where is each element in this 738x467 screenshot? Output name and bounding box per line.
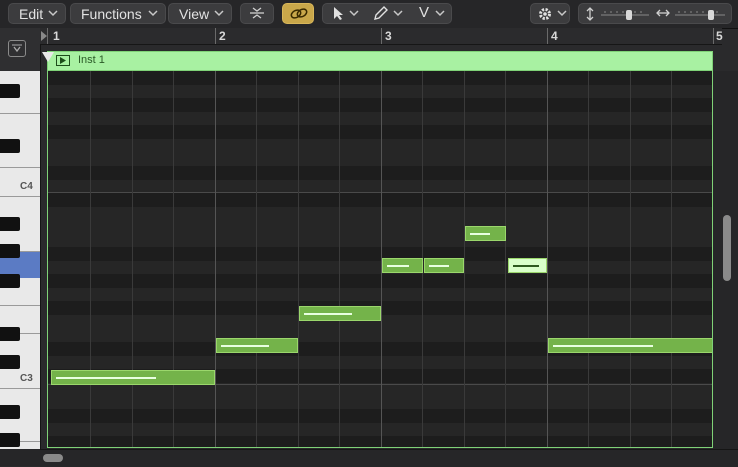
midi-note[interactable] xyxy=(299,306,381,321)
piano-roll-corner xyxy=(0,28,41,71)
horizontal-zoom-slider[interactable] xyxy=(673,8,727,20)
edit-menu-button[interactable]: Edit xyxy=(8,3,66,24)
collapse-icon xyxy=(249,6,265,20)
edit-menu-label: Edit xyxy=(19,5,44,22)
chevron-down-icon[interactable] xyxy=(349,8,359,18)
midi-note[interactable] xyxy=(465,226,506,241)
chevron-down-icon[interactable] xyxy=(435,8,445,18)
black-key[interactable] xyxy=(0,433,20,447)
chevron-down-icon xyxy=(148,8,158,18)
chevron-down-icon xyxy=(48,8,58,18)
black-key[interactable] xyxy=(0,244,20,258)
settings-menu-button[interactable] xyxy=(530,3,570,24)
collapse-button[interactable] xyxy=(240,3,274,24)
horizontal-scrollbar[interactable] xyxy=(40,449,738,467)
region-play-icon xyxy=(56,55,70,66)
pencil-tool-icon[interactable] xyxy=(373,5,389,21)
horizontal-scroll-thumb[interactable] xyxy=(43,454,63,462)
velocity-tool-icon[interactable]: V xyxy=(419,4,429,21)
chevron-down-icon xyxy=(12,44,22,53)
black-key[interactable] xyxy=(0,355,20,369)
tool-menus-group: V xyxy=(322,3,452,24)
vertical-zoom-slider[interactable] xyxy=(599,8,651,20)
key-label-c3: C3 xyxy=(20,373,33,384)
view-menu-button[interactable]: View xyxy=(168,3,232,24)
bar-number: 2 xyxy=(219,29,226,43)
chevron-down-icon xyxy=(214,8,224,18)
chevron-down-icon[interactable] xyxy=(393,8,403,18)
midi-note[interactable] xyxy=(382,258,423,273)
vertical-scroll-thumb[interactable] xyxy=(723,215,731,281)
zoom-controls xyxy=(578,3,732,24)
pointer-tool-icon[interactable] xyxy=(331,6,345,21)
bar-number: 1 xyxy=(53,29,60,43)
editor-toolbar: Edit Functions View V xyxy=(0,0,738,29)
collapse-inspector-button[interactable] xyxy=(8,40,26,57)
black-key[interactable] xyxy=(0,139,20,153)
link-icon xyxy=(289,6,309,21)
black-key[interactable] xyxy=(0,217,20,231)
piano-keyboard[interactable]: C4 C3 xyxy=(0,71,41,449)
midi-note[interactable] xyxy=(51,370,215,385)
bar-ruler[interactable]: 1 2 3 4 5 xyxy=(40,28,723,45)
bar-number: 3 xyxy=(385,29,392,43)
link-button[interactable] xyxy=(282,3,314,24)
black-key[interactable] xyxy=(0,405,20,419)
functions-menu-button[interactable]: Functions xyxy=(70,3,166,24)
bar-number: 5 xyxy=(716,29,723,43)
key-label-c4: C4 xyxy=(20,181,33,192)
vertical-scrollbar[interactable] xyxy=(713,71,738,449)
horizontal-zoom-icon xyxy=(655,6,671,20)
black-key[interactable] xyxy=(0,84,20,98)
midi-note[interactable] xyxy=(216,338,298,353)
bottom-left-corner xyxy=(0,449,40,466)
region-header[interactable]: Inst 1 xyxy=(47,51,713,71)
piano-roll-grid[interactable] xyxy=(47,71,713,448)
functions-menu-label: Functions xyxy=(81,5,142,22)
midi-note[interactable] xyxy=(548,338,712,353)
chevron-down-icon xyxy=(557,8,567,18)
midi-note[interactable] xyxy=(424,258,464,273)
vertical-zoom-icon xyxy=(585,6,595,22)
gear-icon xyxy=(537,6,553,22)
bar-number: 4 xyxy=(551,29,558,43)
playhead-marker[interactable] xyxy=(42,52,54,62)
view-menu-label: View xyxy=(179,5,210,22)
black-key[interactable] xyxy=(0,274,20,288)
black-key[interactable] xyxy=(0,327,20,341)
midi-note-selected[interactable] xyxy=(508,258,547,273)
region-name: Inst 1 xyxy=(78,54,105,66)
